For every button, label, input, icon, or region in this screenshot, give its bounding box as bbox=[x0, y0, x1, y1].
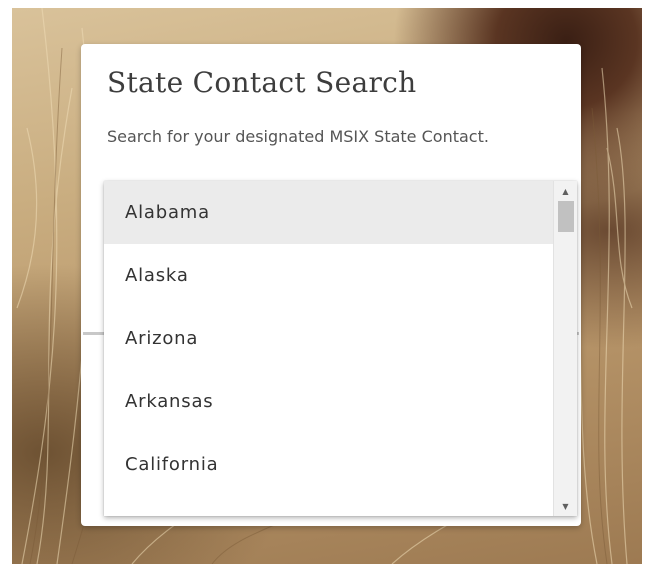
state-option-arizona[interactable]: Arizona bbox=[104, 307, 553, 370]
page: State Contact Search Search for your des… bbox=[0, 0, 646, 564]
dialog-description: Search for your designated MSIX State Co… bbox=[107, 127, 489, 146]
state-option-alabama[interactable]: Alabama bbox=[104, 181, 553, 244]
state-option-arkansas[interactable]: Arkansas bbox=[104, 370, 553, 433]
scroll-up-arrow-icon[interactable]: ▲ bbox=[554, 183, 577, 199]
state-option-alaska[interactable]: Alaska bbox=[104, 244, 553, 307]
select-underline-left bbox=[83, 332, 105, 335]
scrollbar-thumb[interactable] bbox=[558, 201, 574, 232]
state-options-list: Alabama Alaska Arizona Arkansas Californ… bbox=[104, 181, 553, 516]
scroll-down-arrow-icon[interactable]: ▼ bbox=[554, 498, 577, 514]
state-option-california[interactable]: California bbox=[104, 433, 553, 496]
state-select-dropdown[interactable]: Alabama Alaska Arizona Arkansas Californ… bbox=[104, 181, 577, 516]
dropdown-scrollbar[interactable]: ▲ ▼ bbox=[553, 181, 577, 516]
dialog-title: State Contact Search bbox=[107, 66, 417, 99]
